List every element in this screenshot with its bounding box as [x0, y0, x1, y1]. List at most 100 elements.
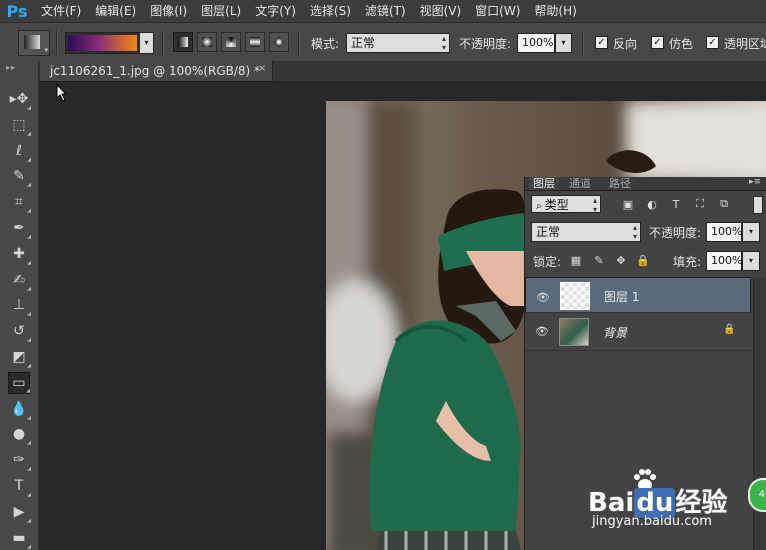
- layer-filter-select[interactable]: ⌕ 类型 ▴ ▾: [531, 195, 601, 214]
- type-icon: T: [14, 478, 24, 494]
- lock-transparent-icon[interactable]: ▦: [569, 253, 583, 267]
- layer-name: 图层 1: [604, 290, 640, 304]
- chevron-down-icon[interactable]: ▾: [140, 33, 153, 53]
- diamond-gradient-icon: [273, 36, 285, 48]
- document-title: jc1106261_1.jpg @ 100%(RGB/8) *: [50, 64, 261, 78]
- tab-layers[interactable]: 图层: [529, 177, 559, 190]
- tool-preset-picker[interactable]: ▾: [18, 30, 50, 56]
- history-brush-icon: ↺: [13, 323, 25, 340]
- dropdown-arrow-icon: ▾: [44, 46, 48, 54]
- gradient-tool-icon: [24, 35, 40, 49]
- menu-file[interactable]: 文件(F): [34, 0, 88, 22]
- lock-all-icon[interactable]: 🔒: [636, 253, 650, 267]
- healing-brush-icon: ✚: [13, 245, 25, 262]
- eraser-tool[interactable]: ◩ ◢: [8, 346, 31, 369]
- blend-mode-value: 正常: [536, 225, 561, 239]
- flyout-indicator-icon: ◢: [27, 311, 31, 318]
- quick-select-tool[interactable]: ✎ ◢: [8, 165, 31, 188]
- healing-brush-tool[interactable]: ✚ ◢: [8, 243, 31, 266]
- eye-icon[interactable]: 👁: [535, 325, 549, 338]
- move-icon: ▸✥: [9, 91, 29, 107]
- brush-tool[interactable]: ✍ ◢: [8, 269, 31, 292]
- divider: [298, 29, 300, 55]
- gradient-tool[interactable]: ▭ ◢: [8, 371, 30, 394]
- type-tool[interactable]: T ◢: [8, 475, 31, 498]
- radial-gradient-button[interactable]: [197, 32, 217, 52]
- panel-menu-icon[interactable]: ▸≡: [749, 177, 761, 187]
- history-brush-tool[interactable]: ↺ ◢: [8, 320, 31, 344]
- tab-paths[interactable]: 路径: [605, 177, 635, 190]
- layer-opacity-dropdown[interactable]: ▾: [742, 222, 760, 242]
- smart-object-filter-icon[interactable]: ⧉: [717, 197, 731, 211]
- dodge-tool[interactable]: ● ◢: [8, 423, 31, 446]
- blend-mode-select[interactable]: 正常 ▴ ▾: [531, 222, 641, 242]
- filter-toggle-switch[interactable]: [753, 196, 763, 214]
- eyedropper-icon: ✒: [13, 220, 25, 236]
- transparency-label: 透明区域: [724, 37, 766, 51]
- linear-gradient-button[interactable]: [173, 32, 193, 52]
- layer-thumbnail-photo: [559, 318, 589, 346]
- marquee-tool[interactable]: ⬚ ◢: [8, 114, 31, 137]
- divider: [56, 29, 58, 55]
- reflected-gradient-button[interactable]: [245, 32, 265, 52]
- photoshop-logo: Ps: [6, 1, 28, 21]
- updown-arrows-icon: ▴ ▾: [441, 34, 446, 52]
- eye-icon[interactable]: 👁: [536, 289, 550, 307]
- menu-layer[interactable]: 图层(L): [194, 0, 248, 22]
- reverse-checkbox[interactable]: ✓: [595, 36, 608, 49]
- tab-channels[interactable]: 通道: [565, 177, 595, 190]
- gradient-icon: ▭: [12, 374, 26, 391]
- angle-gradient-button[interactable]: [221, 32, 241, 52]
- menu-filter[interactable]: 滤镜(T): [358, 0, 413, 22]
- lock-icon: 🔒: [723, 324, 736, 335]
- mode-select[interactable]: 正常 ▴ ▾: [346, 33, 450, 53]
- crop-tool[interactable]: ⌗ ◢: [8, 191, 31, 214]
- radial-gradient-icon: [202, 37, 212, 47]
- eyedropper-tool[interactable]: ✒ ◢: [8, 217, 31, 240]
- menu-image[interactable]: 图像(I): [143, 0, 194, 22]
- layer-row-layer1[interactable]: 👁 图层 1: [525, 277, 751, 313]
- filter-value: 类型: [544, 198, 569, 212]
- menu-edit[interactable]: 编辑(E): [88, 0, 143, 22]
- tools-panel: ▸▸ ▸✥ ◢ ⬚ ◢ ℓ ◢ ✎ ◢ ⌗ ◢ ✒ ◢ ✚ ◢ ✍ ◢ ⊥ ◢ ↺ ◢ ◩ ◢ ▭ ◢ 💧 ◢ ● ◢ ✑ ◢ T ◢ ▶ ◢ ▬ ◢: [0, 61, 39, 550]
- pixel-filter-icon[interactable]: ▣: [621, 197, 635, 211]
- type-filter-icon[interactable]: T: [669, 197, 683, 211]
- opacity-slider-button[interactable]: ▾: [555, 33, 572, 53]
- blur-tool[interactable]: 💧 ◢: [8, 398, 31, 421]
- gradient-preview: [68, 35, 137, 51]
- dither-checkbox[interactable]: ✓: [651, 36, 664, 49]
- flyout-indicator-icon: ◢: [27, 337, 31, 344]
- move-tool[interactable]: ▸✥ ◢: [8, 88, 31, 111]
- layer-row-background[interactable]: 👁 背景 🔒: [525, 314, 751, 351]
- close-tab-icon[interactable]: ×: [258, 63, 266, 74]
- path-select-tool[interactable]: ▶ ◢: [8, 501, 31, 524]
- lasso-tool[interactable]: ℓ ◢: [8, 140, 31, 163]
- fill-input[interactable]: 100%: [706, 251, 742, 271]
- flyout-indicator-icon: ◢: [27, 234, 31, 240]
- menu-help[interactable]: 帮助(H): [527, 0, 583, 22]
- layer-thumbnail-transparent: [560, 282, 590, 310]
- lock-position-icon[interactable]: ✥: [614, 253, 628, 267]
- layer-opacity-input[interactable]: 100%: [706, 222, 742, 242]
- menu-view[interactable]: 视图(V): [413, 0, 469, 22]
- opacity-input[interactable]: 100%: [517, 33, 555, 53]
- fill-dropdown[interactable]: ▾: [742, 251, 760, 271]
- gradient-picker[interactable]: ▾: [65, 32, 154, 54]
- adjustment-filter-icon[interactable]: ◐: [645, 197, 659, 211]
- flyout-indicator-icon: ◢: [27, 517, 31, 524]
- menu-window[interactable]: 窗口(W): [468, 0, 527, 22]
- transparency-checkbox[interactable]: ✓: [706, 36, 719, 49]
- shape-icon: ▬: [12, 529, 26, 546]
- lock-pixels-icon[interactable]: ✎: [592, 253, 606, 267]
- panel-grip-icon[interactable]: ▸▸: [6, 63, 16, 72]
- pen-tool[interactable]: ✑ ◢: [8, 449, 31, 472]
- diamond-gradient-button[interactable]: [269, 32, 289, 52]
- menu-type[interactable]: 文字(Y): [248, 0, 303, 22]
- shape-filter-icon[interactable]: ⛶: [693, 197, 707, 211]
- menu-select[interactable]: 选择(S): [303, 0, 358, 22]
- brush-icon: ✍: [13, 271, 25, 288]
- shape-tool[interactable]: ▬ ◢: [8, 527, 31, 550]
- flyout-indicator-icon: ◢: [27, 285, 31, 292]
- document-tab[interactable]: jc1106261_1.jpg @ 100%(RGB/8) * ×: [40, 61, 273, 81]
- clone-stamp-tool[interactable]: ⊥ ◢: [8, 294, 31, 318]
